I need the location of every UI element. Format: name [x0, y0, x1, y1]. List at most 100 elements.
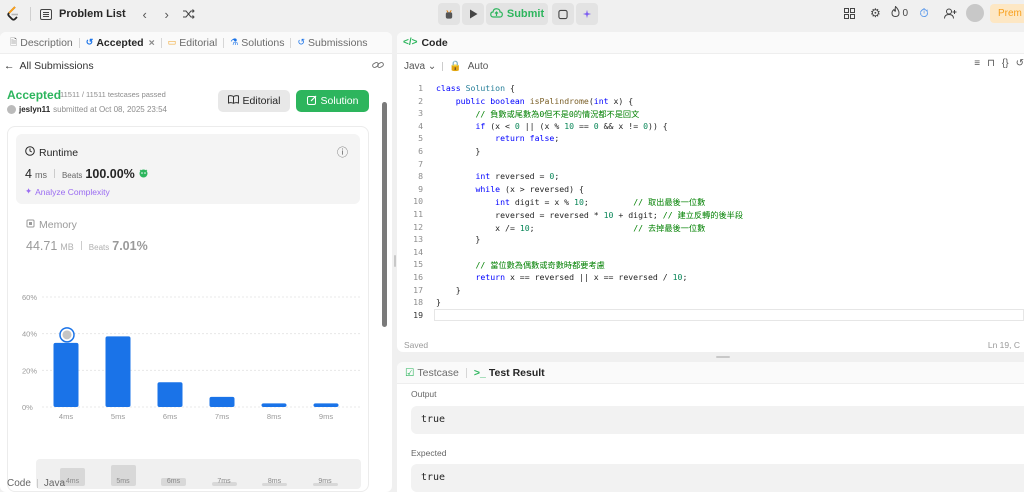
editorial-button[interactable]: Editorial: [218, 90, 290, 112]
ai-sparkle-button[interactable]: [576, 3, 598, 25]
submit-button[interactable]: Submit: [486, 3, 548, 25]
code-line[interactable]: int reversed = 0;: [436, 171, 559, 181]
code-line[interactable]: class Solution {: [436, 83, 515, 93]
tab-testcase[interactable]: ☑ Testcase: [405, 367, 459, 379]
problem-list-link[interactable]: Problem List: [59, 8, 126, 20]
submit-label: Submit: [506, 8, 545, 20]
code-line[interactable]: }: [436, 297, 441, 307]
code-line[interactable]: return x == reversed || x == reversed / …: [436, 272, 687, 282]
list-icon[interactable]: [39, 3, 53, 25]
test-result-panel: ☑ Testcase >_ Test Result Output true Ex…: [397, 362, 1024, 492]
lock-icon: 🔒: [449, 60, 462, 72]
analyze-complexity-link[interactable]: ✦ Analyze Complexity: [25, 186, 110, 197]
submitter-username[interactable]: jeslyn11: [19, 105, 50, 114]
left-scrollbar[interactable]: [382, 102, 387, 327]
streak-counter[interactable]: 0: [891, 3, 908, 23]
bookmark-icon[interactable]: ⊓: [987, 58, 995, 69]
notes-button[interactable]: [552, 3, 574, 25]
code-line[interactable]: public boolean isPalindrome(int x) {: [436, 96, 634, 106]
line-number: 3: [418, 108, 423, 119]
code-line[interactable]: reversed = reversed * 10 + digit; // 建立反…: [436, 209, 743, 221]
memory-title[interactable]: Memory: [26, 219, 77, 231]
user-avatar[interactable]: [966, 4, 984, 22]
chart-bar[interactable]: [157, 382, 183, 407]
chart-bar[interactable]: [53, 342, 79, 407]
tab-editorial[interactable]: ▭ Editorial: [162, 32, 223, 54]
save-status: Saved: [404, 340, 429, 350]
user-avatar-marker-image: [62, 330, 72, 340]
line-number: 19: [413, 309, 423, 320]
runtime-distribution-chart[interactable]: 0% 20% 40% 60% 4ms 5ms 6ms 7ms 8ms 9ms: [8, 287, 370, 462]
chevron-right-icon[interactable]: ›: [156, 3, 178, 25]
submitted-time: submitted at Oct 08, 2025 23:54: [53, 105, 167, 114]
debug-button[interactable]: [438, 3, 460, 25]
output-value: true: [411, 406, 1024, 434]
code-line[interactable]: }: [436, 285, 461, 295]
code-line[interactable]: x /= 10; // 去掉最後一位數: [436, 222, 705, 234]
line-number: 16: [413, 272, 423, 282]
streak-count: 0: [902, 7, 908, 19]
run-controls: Submit: [438, 3, 598, 25]
leetcode-logo-icon[interactable]: [4, 5, 22, 23]
terminal-icon: >_: [473, 366, 486, 379]
top-bar: Problem List ‹ › Submit ⚙ 0 ⏱ Prem: [0, 0, 1024, 28]
all-submissions-link[interactable]: ← All Submissions: [4, 60, 94, 72]
close-tab-icon[interactable]: ×: [149, 37, 155, 49]
minimap-label: 7ms: [217, 478, 231, 485]
submission-panel: 🗎 Description ↺ Accepted × ▭ Editorial ⚗…: [0, 32, 392, 492]
chevron-left-icon[interactable]: ‹: [134, 3, 156, 25]
chart-bar[interactable]: [313, 403, 339, 407]
timer-icon[interactable]: ⏱: [914, 3, 934, 23]
vertical-resize-handle[interactable]: [394, 255, 396, 267]
book-icon: [227, 95, 239, 107]
tab-accepted[interactable]: ↺ Accepted ×: [80, 32, 161, 54]
tab-solutions[interactable]: ⚗ Solutions: [224, 32, 290, 54]
minimap-label: 8ms: [267, 478, 282, 485]
chart-bar[interactable]: [105, 336, 131, 407]
horizontal-resize-handle[interactable]: [716, 356, 730, 358]
code-line[interactable]: // 負數或尾數為0但不是0的情況都不是回文: [436, 108, 639, 120]
runtime-panel[interactable]: Runtime ⓘ 4 ms Beats 100.00% ✦ Analyze C…: [16, 134, 360, 204]
flask-icon: ⚗: [230, 37, 239, 47]
code-line[interactable]: // 當位數為偶數或奇數時都要考慮: [436, 259, 604, 271]
code-line[interactable]: return false;: [436, 133, 559, 143]
chart-bar[interactable]: [261, 403, 287, 407]
code-panel-header: </> Code: [397, 32, 1024, 54]
book-icon: ▭: [167, 37, 177, 47]
divider: [30, 7, 31, 21]
memory-beats: 7.01%: [112, 239, 148, 253]
settings-gear-icon[interactable]: ⚙: [865, 3, 885, 23]
x-tick-label: 5ms: [111, 412, 125, 421]
braces-icon[interactable]: {}: [1002, 58, 1009, 69]
layout-grid-icon[interactable]: [839, 3, 859, 23]
code-editor-panel: </> Code Java ⌄ 🔒 Auto ≡ ⊓ {} ↺ 1 class S…: [397, 32, 1024, 352]
line-number: 11: [413, 209, 423, 219]
info-icon[interactable]: ⓘ: [337, 144, 348, 160]
code-line[interactable]: }: [436, 146, 480, 156]
tab-submissions[interactable]: ↺ Submissions: [291, 32, 373, 54]
code-line[interactable]: if (x < 0 || (x % 10 == 0 && x != 0)) {: [436, 121, 667, 131]
share-link-icon[interactable]: [372, 60, 384, 73]
add-collaborator-icon[interactable]: [940, 3, 960, 23]
premium-button[interactable]: Prem: [990, 3, 1024, 23]
run-button[interactable]: [462, 3, 484, 25]
y-tick-label: 0%: [22, 403, 33, 412]
code-line[interactable]: }: [436, 234, 480, 244]
language-select[interactable]: Java ⌄: [404, 61, 436, 72]
mode-label[interactable]: Auto: [468, 61, 489, 72]
code-line[interactable]: while (x > reversed) {: [436, 184, 583, 194]
line-number: 18: [413, 297, 423, 308]
cloud-upload-icon: [490, 7, 503, 21]
shuffle-icon[interactable]: [178, 3, 200, 25]
post-solution-button[interactable]: Solution: [296, 90, 369, 112]
tab-description[interactable]: 🗎 Description: [4, 32, 79, 54]
tab-test-result[interactable]: >_ Test Result: [474, 367, 545, 379]
minimap[interactable]: 4ms 5ms 6ms 7ms 8ms 9ms: [36, 459, 361, 489]
line-number: 14: [413, 246, 423, 257]
tab-label: Editorial: [179, 36, 218, 49]
clock-icon: [25, 146, 35, 159]
code-line[interactable]: int digit = x % 10; // 取出最後一位數: [436, 196, 705, 208]
format-icon[interactable]: ≡: [974, 58, 980, 69]
chart-bar[interactable]: [209, 396, 235, 407]
reset-icon[interactable]: ↺: [1016, 58, 1024, 69]
